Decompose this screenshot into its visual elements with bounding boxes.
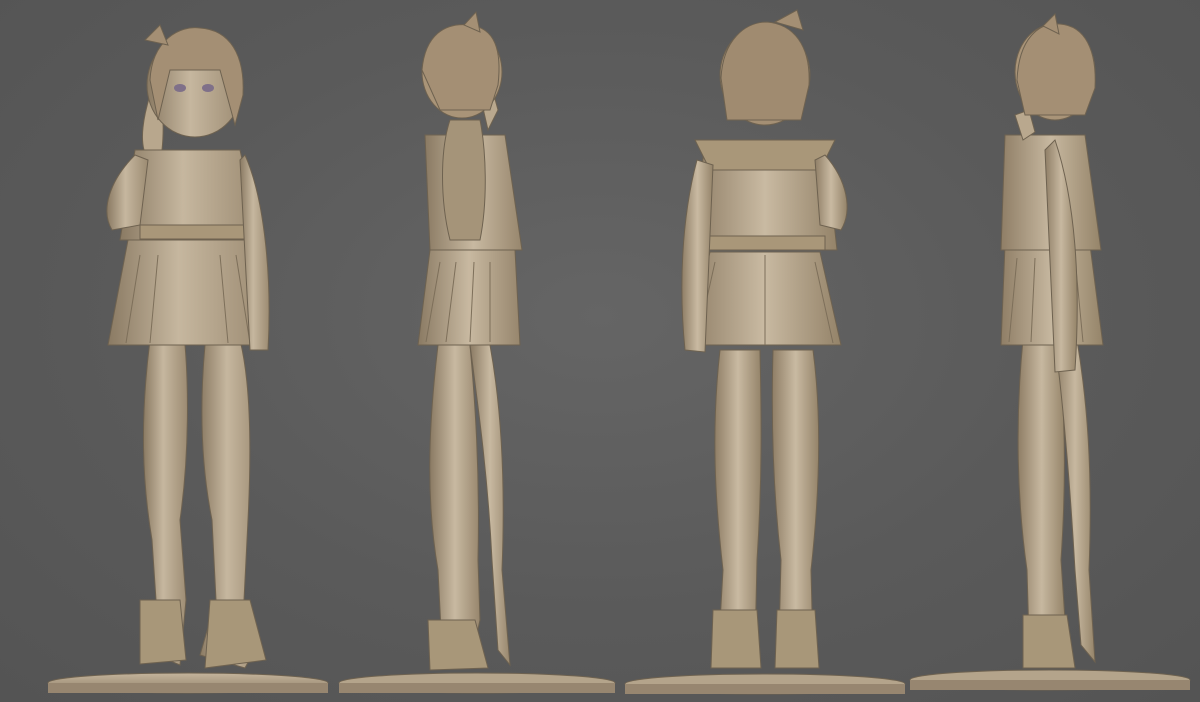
sculpt-viewport[interactable] (0, 0, 1200, 702)
figure-side-right-render (909, 12, 1191, 691)
figure-front-view (40, 0, 340, 702)
figure-side-left-render (338, 10, 616, 694)
figure-front-render (47, 24, 329, 694)
figure-side-left-view (330, 0, 630, 702)
figure-back-view (615, 0, 915, 702)
figure-side-right-view (905, 0, 1200, 702)
figure-back-render (624, 9, 906, 695)
